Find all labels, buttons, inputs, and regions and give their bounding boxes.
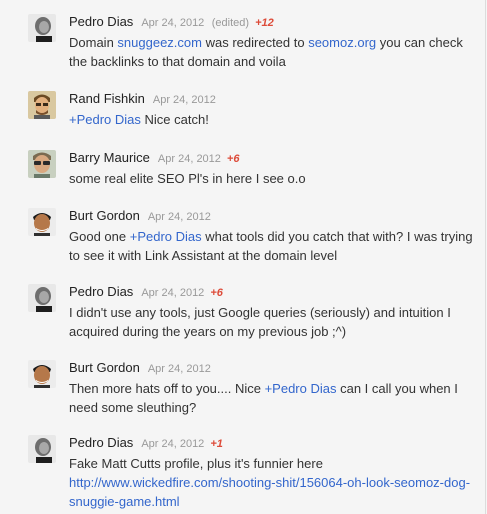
comment-date: Apr 24, 2012	[157, 153, 221, 165]
text-segment: Good one	[69, 229, 130, 244]
mention-name: Pedro Dias	[137, 229, 202, 244]
author-name[interactable]: Pedro Dias	[69, 284, 133, 299]
pedro-avatar-icon[interactable]	[28, 435, 56, 463]
link-snuggeez[interactable]: snuggeez.com	[117, 35, 202, 50]
comment-date: Apr 24, 2012	[141, 17, 205, 29]
barry-avatar-icon[interactable]	[28, 150, 56, 178]
comment-header: Pedro Dias Apr 24, 2012 +1	[69, 435, 223, 451]
stream-divider	[485, 0, 486, 514]
author-name[interactable]: Pedro Dias	[69, 14, 133, 29]
mention-pedro-dias[interactable]: +Pedro Dias	[265, 381, 337, 396]
comment-text: Then more hats off to you.... Nice +Pedr…	[69, 379, 474, 417]
comment-text: Domain snuggeez.com was redirected to se…	[69, 33, 474, 71]
comment-header: Pedro Dias Apr 24, 2012 (edited) +12	[69, 14, 274, 30]
plus-one-count: +6	[210, 287, 223, 299]
comment-text: Good one +Pedro Dias what tools did you …	[69, 227, 474, 265]
mention-pedro-dias[interactable]: +Pedro Dias	[130, 229, 202, 244]
author-name[interactable]: Burt Gordon	[69, 360, 140, 375]
text-segment: Domain	[69, 35, 118, 50]
text-segment: Fake Matt Cutts profile, plus it's funni…	[69, 456, 323, 471]
text-segment: Nice catch!	[140, 112, 209, 127]
author-name[interactable]: Rand Fishkin	[69, 91, 145, 106]
author-name[interactable]: Barry Maurice	[69, 150, 150, 165]
comment-text: I didn't use any tools, just Google quer…	[69, 305, 451, 339]
comment-text: Fake Matt Cutts profile, plus it's funni…	[69, 454, 474, 511]
text-segment: Then more hats off to you.... Nice	[69, 381, 265, 396]
comment-date: Apr 24, 2012	[147, 211, 211, 223]
burt-avatar-icon[interactable]	[28, 208, 56, 236]
comment-header: Rand Fishkin Apr 24, 2012	[69, 91, 216, 107]
comment-text: some real elite SEO Pl's in here I see o…	[69, 171, 306, 186]
plus-one-count: +6	[226, 153, 240, 165]
mention-name: Pedro Dias	[272, 381, 337, 396]
comment-date: Apr 24, 2012	[141, 287, 205, 299]
author-name[interactable]: Burt Gordon	[69, 208, 140, 223]
burt-avatar-icon[interactable]	[28, 360, 56, 388]
author-name[interactable]: Pedro Dias	[69, 435, 133, 450]
mention-prefix: +	[69, 112, 77, 127]
wickedfire-link[interactable]: http://www.wickedfire.com/shooting-shit/…	[69, 475, 470, 509]
comment-header: Pedro Dias Apr 24, 2012 +6	[69, 284, 223, 300]
pedro-avatar-icon[interactable]	[28, 14, 56, 42]
edited-label: (edited)	[211, 17, 250, 29]
pedro-avatar-icon[interactable]	[28, 284, 56, 312]
mention-pedro-dias[interactable]: +Pedro Dias	[69, 112, 141, 127]
comment-header: Burt Gordon Apr 24, 2012	[69, 208, 211, 224]
comment-date: Apr 24, 2012	[141, 438, 205, 450]
plus-one-count: +1	[210, 438, 223, 450]
rand-avatar-icon[interactable]	[28, 91, 56, 119]
comment-date: Apr 24, 2012	[152, 94, 216, 106]
comment-header: Burt Gordon Apr 24, 2012	[69, 360, 211, 376]
link-seomoz[interactable]: seomoz.org	[308, 35, 376, 50]
plus-one-count: +12	[255, 17, 274, 29]
comment-text: +Pedro Dias Nice catch!	[69, 110, 474, 129]
comment-header: Barry Maurice Apr 24, 2012 +6	[69, 150, 239, 166]
text-segment: was redirected to	[201, 35, 309, 50]
comment-date: Apr 24, 2012	[147, 363, 211, 375]
mention-name: Pedro Dias	[76, 112, 141, 127]
